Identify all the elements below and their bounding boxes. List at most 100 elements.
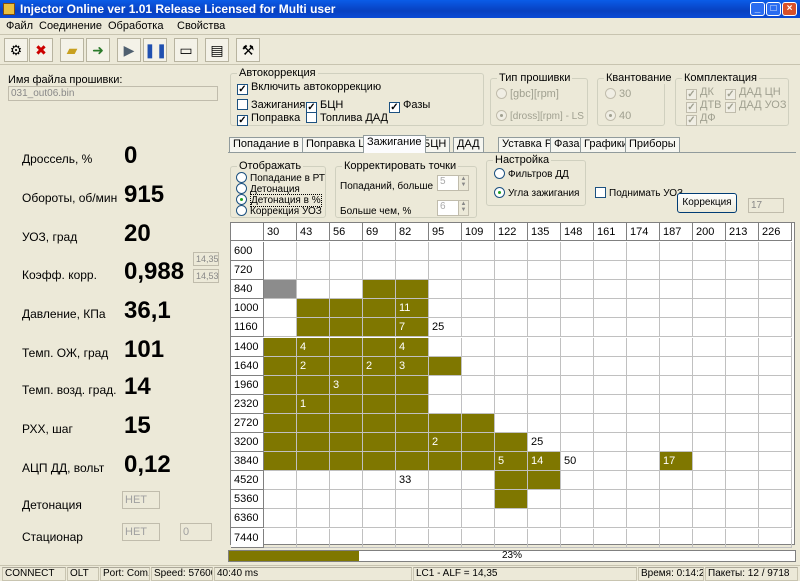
grid-cell[interactable] (726, 413, 759, 433)
grid-cell[interactable] (396, 433, 429, 452)
grid-cell[interactable] (594, 280, 627, 300)
grid-cell[interactable] (330, 318, 363, 338)
grid-cell[interactable] (627, 356, 660, 376)
grid-cell[interactable] (561, 528, 594, 548)
grid-cell[interactable] (759, 509, 792, 529)
grid-cell[interactable] (264, 413, 297, 433)
grid-cell[interactable] (660, 356, 693, 376)
maximize-icon[interactable]: □ (766, 2, 781, 16)
grid-cell[interactable] (594, 337, 627, 357)
grid-cell[interactable] (726, 242, 759, 261)
grid-cell[interactable] (363, 413, 396, 433)
grid-cell[interactable] (462, 413, 495, 433)
grid-cell[interactable] (660, 490, 693, 510)
grid-cell[interactable] (528, 471, 561, 491)
grid-cell[interactable]: 2 (363, 356, 396, 376)
raise-uoz-checkbox[interactable]: Поднимать УОЗ (595, 187, 683, 199)
grid-cell[interactable] (528, 413, 561, 433)
grid-cell[interactable] (726, 318, 759, 338)
setup-angle-radio[interactable]: Угла зажигания (494, 187, 579, 199)
grid-cell[interactable] (264, 509, 297, 529)
grid-cell[interactable] (726, 452, 759, 472)
grid-cell[interactable]: 50 (561, 452, 594, 472)
grid-cell[interactable] (528, 356, 561, 376)
grid-cell[interactable] (264, 375, 297, 395)
grid-cell[interactable] (396, 375, 429, 395)
grid-cell[interactable] (330, 394, 363, 414)
grid-cell[interactable] (726, 261, 759, 281)
grid-cell[interactable] (627, 413, 660, 433)
grid-cell[interactable] (462, 280, 495, 300)
grid-cell[interactable] (660, 261, 693, 281)
menu-processing[interactable]: Обработка (108, 20, 163, 32)
grid-cell[interactable] (495, 337, 528, 357)
grid-cell[interactable] (495, 413, 528, 433)
grid-cell[interactable] (759, 490, 792, 510)
grid-cell[interactable] (528, 490, 561, 510)
firmware-filename-field[interactable]: 031_out06.bin (8, 86, 218, 101)
grid-cell[interactable] (594, 299, 627, 319)
grid-cell[interactable] (462, 433, 495, 452)
grid-cell[interactable] (495, 490, 528, 510)
grid-cell[interactable] (330, 299, 363, 319)
grid-cell[interactable] (495, 356, 528, 376)
grid-cell[interactable] (264, 452, 297, 472)
grid-cell[interactable]: 25 (429, 318, 462, 338)
grid-cell[interactable]: 11 (396, 299, 429, 319)
disconnect-icon[interactable]: ✖ (29, 38, 53, 62)
grid-cell[interactable] (429, 280, 462, 300)
grid-cell[interactable] (726, 337, 759, 357)
grid-cell[interactable] (396, 490, 429, 510)
grid-cell[interactable] (297, 490, 330, 510)
tab-phase[interactable]: Фаза (550, 137, 584, 152)
spinner-arrows-icon[interactable]: ▲ ▼ (458, 201, 468, 215)
grid-cell[interactable] (693, 356, 726, 376)
grid-cell[interactable] (759, 452, 792, 472)
grid-cell[interactable] (726, 375, 759, 395)
grid-cell[interactable] (396, 242, 429, 261)
grid-cell[interactable]: 17 (660, 452, 693, 472)
grid-cell[interactable] (363, 261, 396, 281)
grid-cell[interactable] (363, 528, 396, 548)
grid-cell[interactable] (462, 471, 495, 491)
grid-cell[interactable] (594, 356, 627, 376)
kit-df-checkbox[interactable]: ✓ ДФ (686, 112, 716, 126)
grid-cell[interactable] (693, 337, 726, 357)
grid-cell[interactable] (495, 280, 528, 300)
grid-cell[interactable] (660, 394, 693, 414)
fwtype-dross-rpm-radio[interactable]: [dross][rpm] - LS (496, 110, 584, 122)
grid-cell[interactable] (297, 261, 330, 281)
grid-cell[interactable] (297, 433, 330, 452)
grid-cell[interactable] (363, 242, 396, 261)
close-icon[interactable]: × (782, 2, 797, 16)
grid-cell[interactable] (363, 375, 396, 395)
grid-cell[interactable] (429, 242, 462, 261)
grid-cell[interactable] (462, 375, 495, 395)
grid-cell[interactable]: 14 (528, 452, 561, 472)
grid-cell[interactable] (627, 280, 660, 300)
grid-cell[interactable] (363, 490, 396, 510)
grid-cell[interactable] (627, 261, 660, 281)
grid-cell[interactable]: 3 (396, 356, 429, 376)
grid-cell[interactable] (759, 528, 792, 548)
grid-cell[interactable] (594, 528, 627, 548)
grid-cell[interactable] (462, 242, 495, 261)
grid-cell[interactable] (528, 299, 561, 319)
grid-cell[interactable] (495, 261, 528, 281)
grid-cell[interactable] (396, 413, 429, 433)
grid-cell[interactable]: 33 (396, 471, 429, 491)
grid-cell[interactable] (726, 394, 759, 414)
grid-cell[interactable] (429, 509, 462, 529)
correction-value-field[interactable]: 17 (748, 198, 784, 213)
grid-cell[interactable] (693, 280, 726, 300)
grid-cell[interactable]: 25 (528, 433, 561, 452)
grid-cell[interactable] (429, 490, 462, 510)
grid-cell[interactable] (561, 433, 594, 452)
tab-graphs[interactable]: Графики (580, 137, 632, 152)
grid-cell[interactable] (396, 509, 429, 529)
grid-cell[interactable] (495, 318, 528, 338)
grid-cell[interactable] (264, 528, 297, 548)
grid-cell[interactable] (330, 490, 363, 510)
grid-cell[interactable] (495, 299, 528, 319)
minimize-icon[interactable]: _ (750, 2, 765, 16)
